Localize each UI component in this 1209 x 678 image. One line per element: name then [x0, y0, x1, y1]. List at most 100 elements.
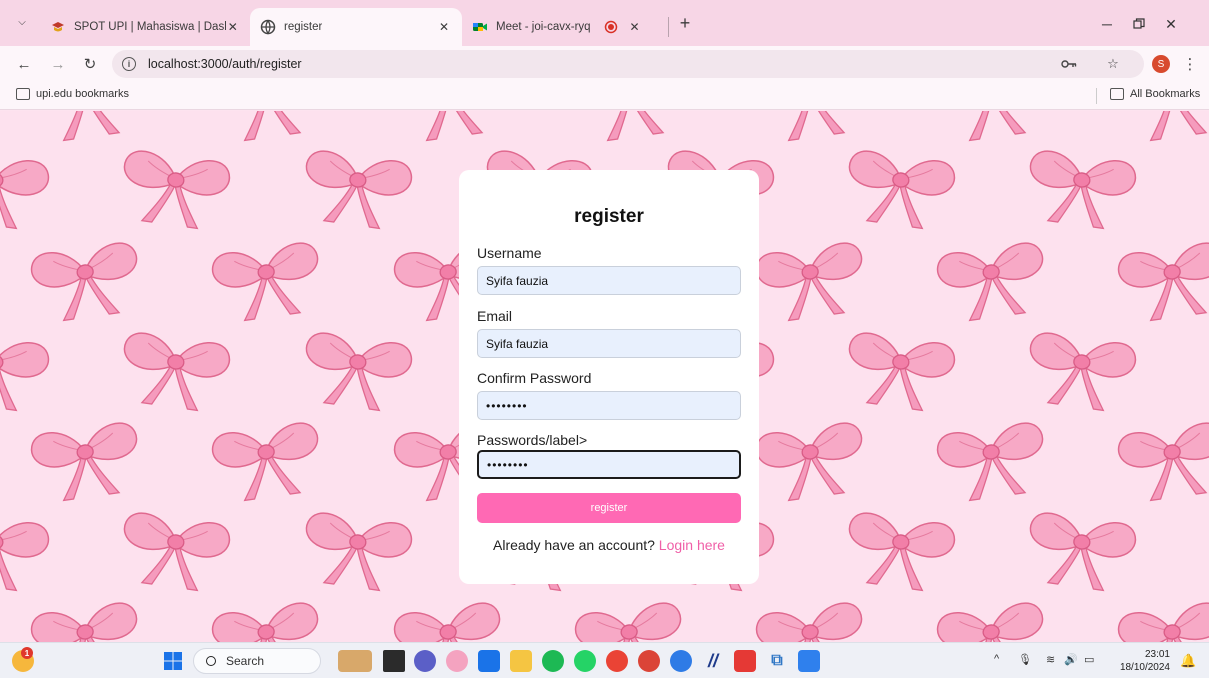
- all-bookmarks-button[interactable]: All Bookmarks: [1110, 88, 1200, 100]
- close-tab-icon[interactable]: ✕: [226, 19, 240, 35]
- restore-icon[interactable]: [1128, 13, 1150, 35]
- register-title: register: [574, 206, 644, 227]
- bow-decoration: [841, 330, 958, 415]
- close-tab-icon[interactable]: ✕: [627, 19, 643, 35]
- address-bar[interactable]: i localhost:3000/auth/register ☆: [112, 50, 1144, 78]
- bookmarks-separator: [1096, 88, 1097, 104]
- bow-decoration: [116, 148, 233, 233]
- browser-toolbar: ← → ↻ i localhost:3000/auth/register ☆ S…: [0, 46, 1209, 82]
- taskbar-search-box[interactable]: Search: [193, 648, 321, 674]
- bow-decoration: [28, 600, 145, 642]
- hash-app-icon[interactable]: //: [702, 650, 724, 672]
- close-window-icon[interactable]: ✕: [1160, 13, 1182, 35]
- chrome-profile-icon[interactable]: [638, 650, 660, 672]
- bow-decoration: [1022, 510, 1139, 595]
- bow-decoration: [934, 420, 1051, 505]
- bow-decoration: [0, 148, 52, 233]
- search-icon: [206, 656, 216, 666]
- tab-search-chevron-icon[interactable]: ⌵: [14, 14, 30, 30]
- email-label: Email: [477, 308, 513, 324]
- tab-title: Meet - joi-cavx-ryq: [496, 21, 591, 33]
- task-view-icon[interactable]: [383, 650, 405, 672]
- tab-title: register: [284, 21, 323, 33]
- bow-decoration: [116, 510, 233, 595]
- bow-decoration: [1115, 420, 1209, 505]
- whatsapp-icon[interactable]: [574, 650, 596, 672]
- file-explorer-icon[interactable]: [510, 650, 532, 672]
- minimize-icon[interactable]: ─: [1096, 13, 1118, 35]
- reload-icon[interactable]: ↻: [80, 54, 100, 74]
- weather-widget-icon[interactable]: 1: [12, 647, 34, 672]
- login-prompt-text: Already have an account?: [493, 537, 655, 553]
- bookmark-star-icon[interactable]: ☆: [1104, 55, 1122, 73]
- network-app-icon[interactable]: ⧉: [766, 650, 788, 672]
- upi-logo-icon: [50, 19, 66, 35]
- clock-date: 18/10/2024: [1119, 662, 1170, 673]
- back-arrow-icon[interactable]: ←: [14, 54, 34, 74]
- bow-decoration: [572, 600, 689, 642]
- photos-icon[interactable]: [446, 650, 468, 672]
- menu-kebab-icon[interactable]: ⋮: [1182, 54, 1198, 74]
- password-value: ••••••••: [487, 457, 529, 472]
- weather-badge: 1: [21, 647, 33, 659]
- confirm-password-input[interactable]: ••••••••: [477, 391, 741, 420]
- login-here-link[interactable]: Login here: [659, 537, 725, 553]
- bow-decoration: [391, 111, 508, 145]
- mail-icon[interactable]: [478, 650, 500, 672]
- bow-decoration: [209, 240, 326, 325]
- wifi-icon[interactable]: ≋: [1046, 653, 1055, 666]
- bow-decoration: [298, 510, 415, 595]
- app-blue-icon[interactable]: [670, 650, 692, 672]
- windows-start-icon[interactable]: [162, 650, 184, 672]
- register-button[interactable]: register: [477, 493, 741, 523]
- close-tab-icon[interactable]: ✕: [436, 19, 452, 35]
- bow-decoration: [0, 330, 52, 415]
- bow-decoration: [1115, 111, 1209, 145]
- bookmark-label: upi.edu bookmarks: [36, 88, 129, 100]
- bow-decoration: [753, 111, 870, 145]
- taskbar-search-label: Search: [226, 654, 265, 668]
- password-label: Passwords/label>: [477, 432, 588, 448]
- bow-decoration: [753, 240, 870, 325]
- bow-decoration: [1022, 148, 1139, 233]
- address-url: localhost:3000/auth/register: [148, 57, 302, 71]
- tab-strip: ⌵ SPOT UPI | Mahasiswa | Dashbo ✕ regist…: [0, 0, 1209, 46]
- bow-decoration: [28, 111, 145, 145]
- password-input[interactable]: ••••••••: [477, 450, 741, 479]
- notification-bell-icon[interactable]: 🔔: [1180, 653, 1196, 669]
- xampp-icon[interactable]: [734, 650, 756, 672]
- profile-avatar[interactable]: S: [1152, 55, 1170, 73]
- volume-icon[interactable]: 🔊: [1064, 653, 1078, 666]
- bow-decoration: [934, 600, 1051, 642]
- username-label: Username: [477, 245, 542, 261]
- username-input[interactable]: Syifa fauzia: [477, 266, 741, 295]
- clock-time: 23:01: [1144, 649, 1170, 660]
- globe-icon: [260, 19, 276, 35]
- bow-decoration: [209, 600, 326, 642]
- chat-icon[interactable]: [414, 650, 436, 672]
- vscode-icon[interactable]: [798, 650, 820, 672]
- tab-meet[interactable]: Meet - joi-cavx-ryq ✕: [462, 8, 668, 46]
- site-info-icon[interactable]: i: [122, 57, 136, 71]
- chrome-icon[interactable]: [606, 650, 628, 672]
- bookmarks-bar: upi.edu bookmarks All Bookmarks: [0, 82, 1209, 110]
- microphone-icon[interactable]: 🎙: [1018, 653, 1032, 666]
- bow-decoration: [391, 600, 508, 642]
- username-value: Syifa fauzia: [486, 273, 549, 288]
- new-tab-plus-icon[interactable]: +: [674, 12, 696, 34]
- tab-spot-upi[interactable]: SPOT UPI | Mahasiswa | Dashbo ✕: [40, 8, 250, 46]
- bow-decoration: [209, 420, 326, 505]
- folder-icon: [1110, 88, 1124, 100]
- battery-icon[interactable]: ▭: [1084, 653, 1094, 666]
- show-hidden-icons-chevron[interactable]: ^: [994, 653, 999, 665]
- tab-register[interactable]: register ✕: [250, 8, 462, 46]
- email-input[interactable]: Syifa fauzia: [477, 329, 741, 358]
- taskbar-clock[interactable]: 23:01 18/10/2024: [1116, 648, 1170, 674]
- forward-arrow-icon[interactable]: →: [48, 54, 68, 74]
- spotify-icon[interactable]: [542, 650, 564, 672]
- password-key-icon[interactable]: [1060, 55, 1078, 73]
- bookmark-folder-upi[interactable]: upi.edu bookmarks: [16, 88, 129, 100]
- bow-decoration: [28, 240, 145, 325]
- tab-separator: [668, 17, 669, 37]
- widget-art-icon[interactable]: [338, 650, 372, 672]
